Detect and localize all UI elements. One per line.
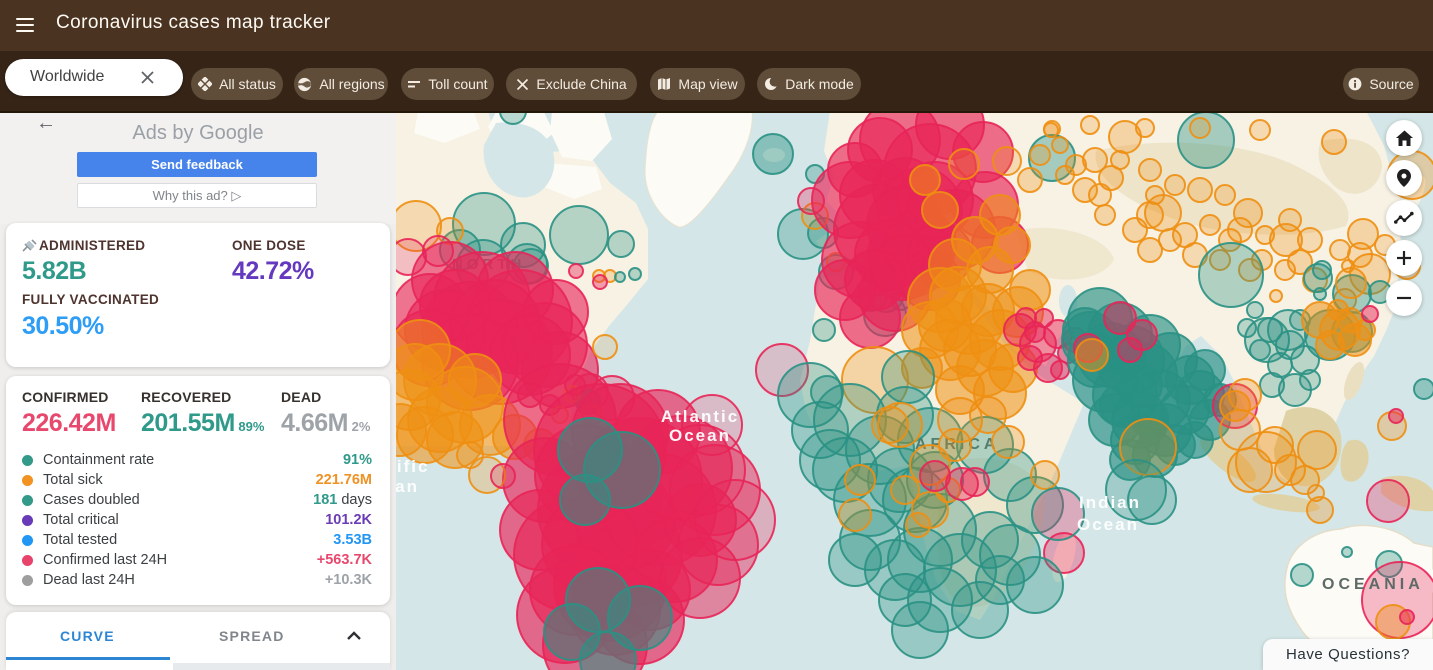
svg-text:Atlantic: Atlantic xyxy=(661,407,739,426)
svg-text:Ocean: Ocean xyxy=(396,477,419,496)
svg-text:Pacific: Pacific xyxy=(396,457,429,476)
svg-text:Indian: Indian xyxy=(1079,493,1141,512)
svg-text:Ocean: Ocean xyxy=(1077,515,1139,534)
svg-text:Ocean: Ocean xyxy=(669,426,731,445)
svg-text:OCEANIA: OCEANIA xyxy=(1322,576,1424,593)
